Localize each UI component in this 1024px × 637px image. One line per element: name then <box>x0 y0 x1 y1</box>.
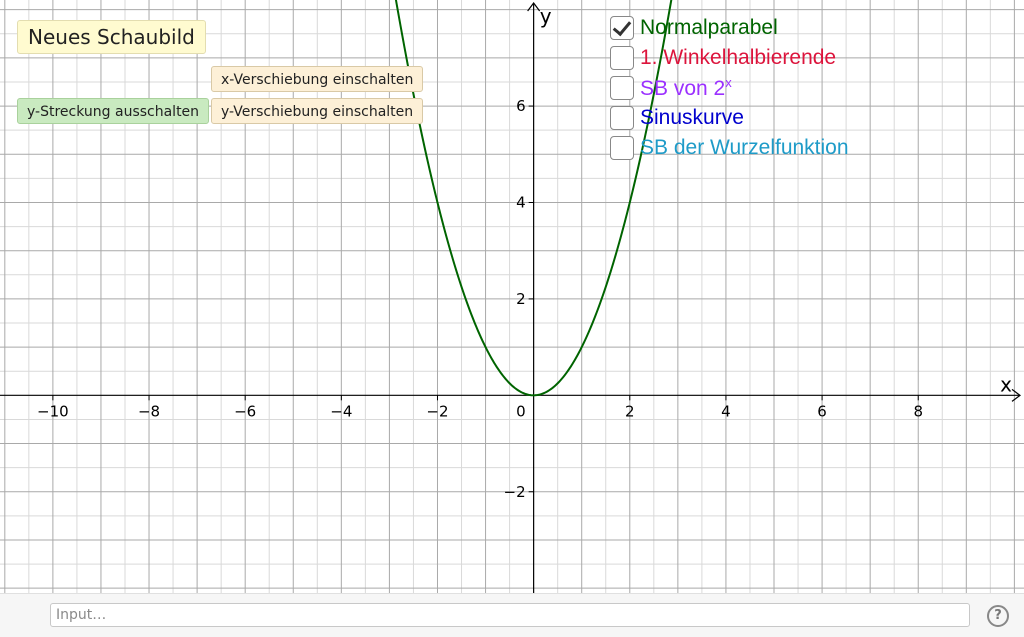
x-tick-label: −8 <box>138 402 160 420</box>
checkbox-box[interactable] <box>610 46 634 70</box>
x-tick-label: −10 <box>37 402 69 420</box>
checkbox-box[interactable] <box>610 76 634 100</box>
y-tick-label: 6 <box>516 97 526 115</box>
checkbox-winkelhalbierende[interactable]: 1. Winkelhalbierende <box>610 44 836 72</box>
checkbox-label: Sinuskurve <box>640 106 744 129</box>
checkbox-sinuskurve[interactable]: Sinuskurve <box>610 104 744 132</box>
checkbox-label: 1. Winkelhalbierende <box>640 46 837 69</box>
checkbox-wurzelfunktion[interactable]: SB der Wurzelfunktion <box>610 134 849 162</box>
checkbox-box[interactable] <box>610 106 634 130</box>
help-icon[interactable]: ? <box>987 605 1009 627</box>
y-shift-button[interactable]: y-Verschiebung einschalten <box>211 98 424 124</box>
input-bar: ? <box>0 593 1024 637</box>
x-tick-label: 8 <box>913 402 923 420</box>
y-tick-label: −2 <box>504 483 526 501</box>
checkbox-label: SB der Wurzelfunktion <box>640 136 849 159</box>
x-tick-label: 4 <box>721 402 731 420</box>
x-shift-button[interactable]: x-Verschiebung einschalten <box>211 66 424 92</box>
coordinate-plane[interactable]: −10 −8 −6 −4 −2 2 4 6 8 −2 2 4 6 0 x y <box>0 0 1024 593</box>
checkbox-label-base: SB von 2 <box>640 77 726 100</box>
y-tick-label: 2 <box>516 290 526 308</box>
graphics-view[interactable]: −10 −8 −6 −4 −2 2 4 6 8 −2 2 4 6 0 x y Neues Schaubild … <box>0 0 1024 593</box>
checkbox-normalparabel[interactable]: Normalparabel <box>610 14 778 42</box>
checkbox-exponential[interactable]: SB von 2x <box>610 74 732 102</box>
x-tick-label: 2 <box>625 402 635 420</box>
x-tick-label: 6 <box>817 402 827 420</box>
x-tick-label: −6 <box>234 402 256 420</box>
checkbox-box[interactable] <box>610 16 634 40</box>
algebra-input-field[interactable] <box>50 603 970 627</box>
checkbox-label: SB von 2x <box>640 75 732 101</box>
y-tick-label: 4 <box>516 193 526 211</box>
x-tick-label: −4 <box>330 402 352 420</box>
new-graph-button[interactable]: Neues Schaubild <box>17 20 206 54</box>
checkbox-box[interactable] <box>610 136 634 160</box>
x-tick-label: −2 <box>426 402 448 420</box>
checkbox-label: Normalparabel <box>640 16 778 39</box>
y-axis-label: y <box>540 4 552 28</box>
x-axis-label: x <box>1000 372 1012 396</box>
y-stretch-button[interactable]: y-Streckung ausschalten <box>17 98 210 124</box>
origin-label: 0 <box>516 402 526 420</box>
checkbox-label-exponent: x <box>725 75 732 90</box>
